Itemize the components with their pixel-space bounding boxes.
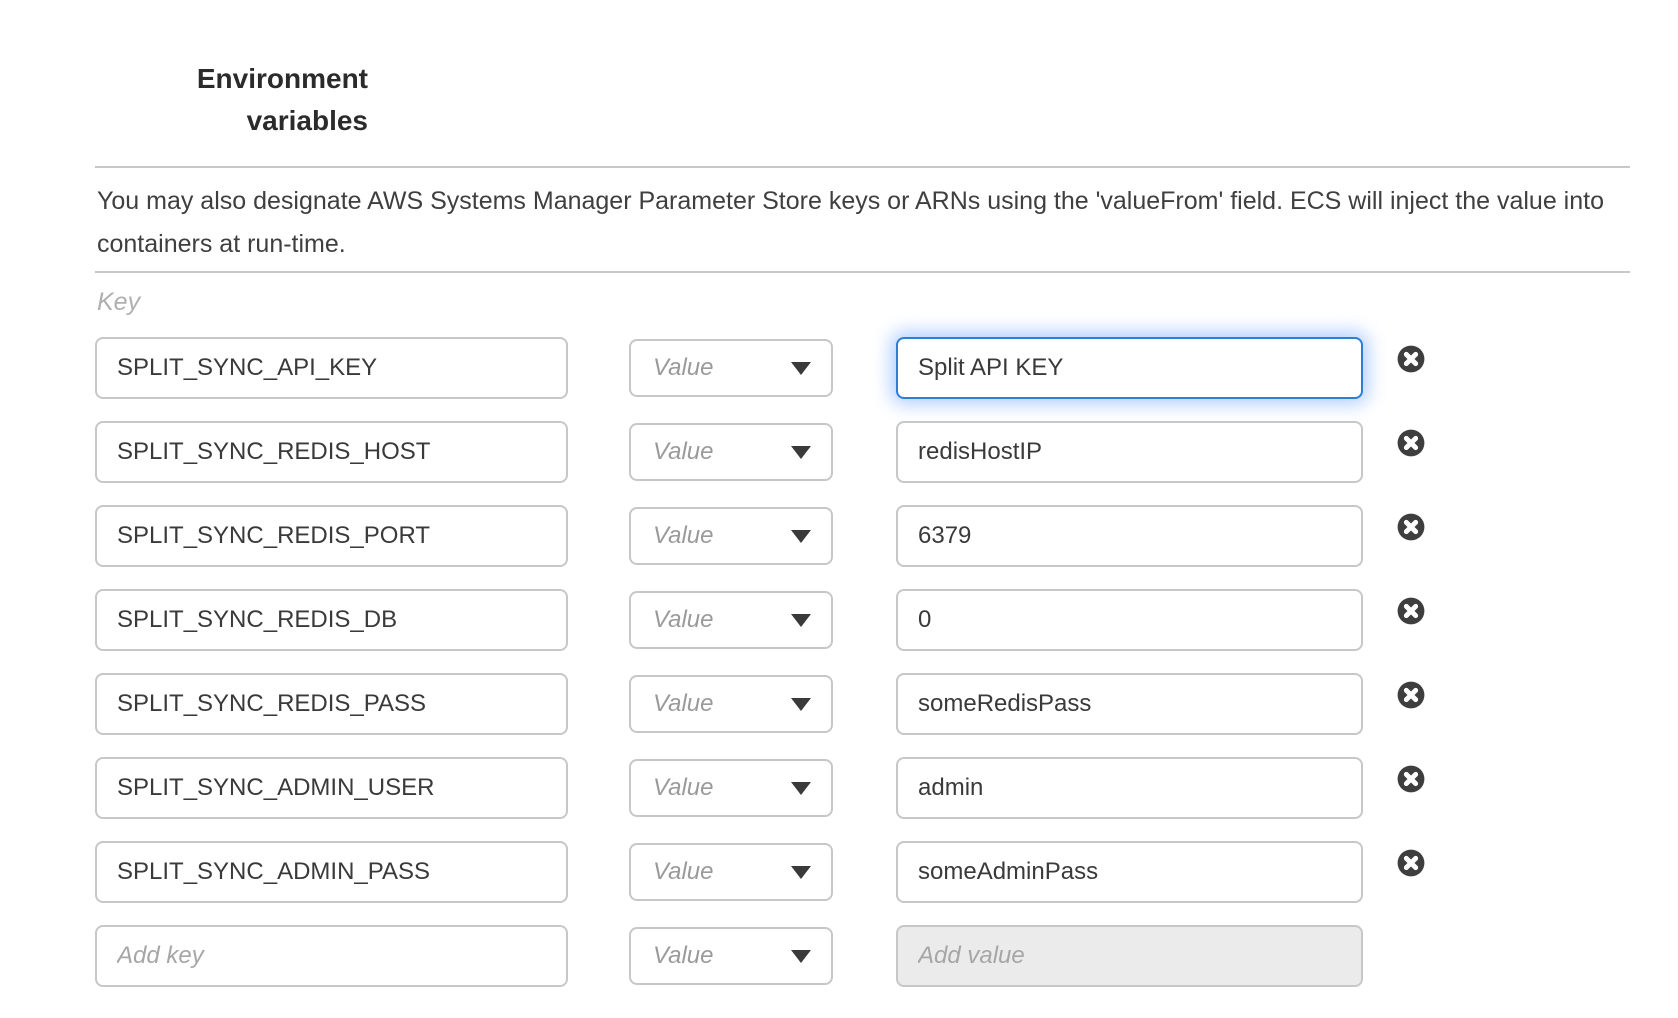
env-var-rows: Value Value <box>95 337 1635 1009</box>
value-type-dropdown[interactable]: Value <box>629 423 833 481</box>
env-key-input[interactable] <box>95 841 568 903</box>
triangle-down-icon <box>791 782 811 795</box>
env-var-row: Value <box>95 421 1635 483</box>
x-circle-icon <box>1397 513 1425 541</box>
triangle-down-icon <box>791 614 811 627</box>
remove-row-button[interactable] <box>1397 345 1425 373</box>
env-value-input[interactable] <box>896 841 1363 903</box>
triangle-down-icon <box>791 866 811 879</box>
x-circle-icon <box>1397 345 1425 373</box>
triangle-down-icon <box>791 362 811 375</box>
triangle-down-icon <box>791 950 811 963</box>
env-var-row: Value <box>95 589 1635 651</box>
env-key-input[interactable] <box>95 589 568 651</box>
x-circle-icon <box>1397 849 1425 877</box>
value-type-dropdown[interactable]: Value <box>629 507 833 565</box>
triangle-down-icon <box>791 446 811 459</box>
value-type-dropdown[interactable]: Value <box>629 759 833 817</box>
env-key-input[interactable] <box>95 673 568 735</box>
add-value-input[interactable] <box>896 925 1363 987</box>
env-var-row: Value <box>95 757 1635 819</box>
key-column-label: Key <box>97 288 140 317</box>
remove-row-button[interactable] <box>1397 513 1425 541</box>
env-var-row: Value <box>95 505 1635 567</box>
value-type-label: Value <box>653 606 714 634</box>
env-var-row: Value <box>95 673 1635 735</box>
remove-row-button[interactable] <box>1397 849 1425 877</box>
triangle-down-icon <box>791 530 811 543</box>
env-value-input[interactable] <box>896 505 1363 567</box>
divider <box>95 271 1630 273</box>
value-type-label: Value <box>653 690 714 718</box>
triangle-down-icon <box>791 698 811 711</box>
value-type-label: Value <box>653 438 714 466</box>
remove-row-button[interactable] <box>1397 681 1425 709</box>
env-value-input[interactable] <box>896 337 1363 399</box>
x-circle-icon <box>1397 681 1425 709</box>
env-value-input[interactable] <box>896 589 1363 651</box>
env-key-input[interactable] <box>95 421 568 483</box>
remove-row-button[interactable] <box>1397 765 1425 793</box>
env-key-input[interactable] <box>95 757 568 819</box>
value-type-label: Value <box>653 858 714 886</box>
env-value-input[interactable] <box>896 421 1363 483</box>
divider <box>95 166 1630 168</box>
x-circle-icon <box>1397 597 1425 625</box>
env-value-input[interactable] <box>896 673 1363 735</box>
env-var-row: Value <box>95 337 1635 399</box>
value-type-dropdown[interactable]: Value <box>629 927 833 985</box>
value-type-label: Value <box>653 942 714 970</box>
remove-row-button[interactable] <box>1397 429 1425 457</box>
remove-row-button[interactable] <box>1397 597 1425 625</box>
value-type-dropdown[interactable]: Value <box>629 591 833 649</box>
value-type-dropdown[interactable]: Value <box>629 675 833 733</box>
env-value-input[interactable] <box>896 757 1363 819</box>
env-var-row: Value <box>95 841 1635 903</box>
value-type-dropdown[interactable]: Value <box>629 339 833 397</box>
value-type-label: Value <box>653 774 714 802</box>
value-type-label: Value <box>653 354 714 382</box>
environment-variables-panel: Environment variables You may also desig… <box>0 0 1678 1018</box>
add-env-var-row: Value <box>95 925 1635 987</box>
env-key-input[interactable] <box>95 337 568 399</box>
section-title: Environment variables <box>95 58 368 142</box>
value-type-label: Value <box>653 522 714 550</box>
x-circle-icon <box>1397 429 1425 457</box>
add-key-input[interactable] <box>95 925 568 987</box>
env-key-input[interactable] <box>95 505 568 567</box>
value-type-dropdown[interactable]: Value <box>629 843 833 901</box>
x-circle-icon <box>1397 765 1425 793</box>
description-text: You may also designate AWS Systems Manag… <box>97 180 1637 266</box>
